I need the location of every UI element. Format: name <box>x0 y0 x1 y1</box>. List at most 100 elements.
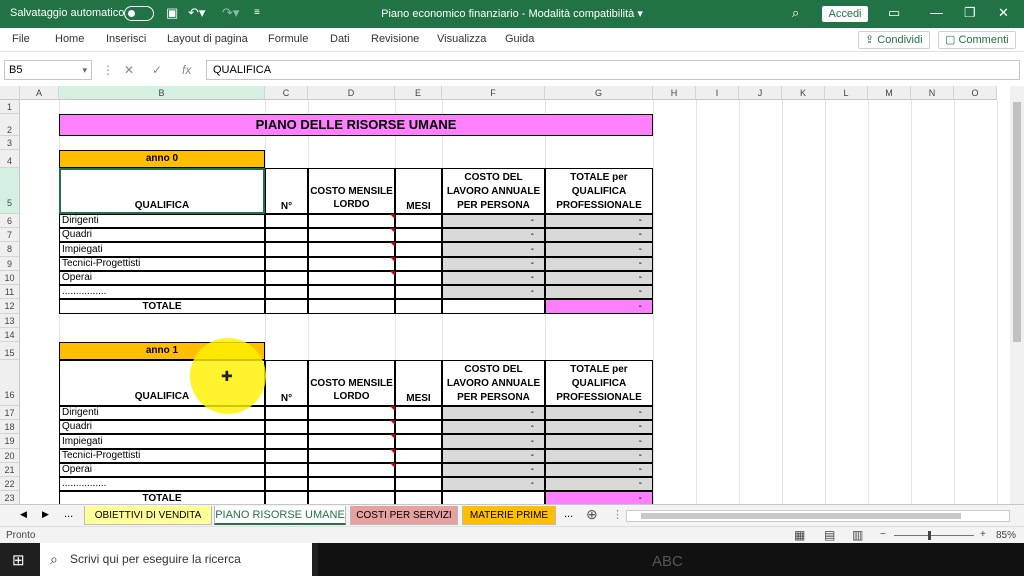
row-header[interactable]: 8 <box>0 242 20 257</box>
annual-cost-cell[interactable]: - <box>442 449 545 463</box>
total-cell[interactable]: - <box>545 420 653 434</box>
input-cell[interactable] <box>265 214 308 228</box>
zoom-slider[interactable] <box>894 531 974 540</box>
input-cell[interactable] <box>395 491 442 504</box>
normal-view-icon[interactable]: ▦ <box>794 528 805 542</box>
page-layout-icon[interactable]: ▤ <box>824 528 835 542</box>
tabs-more-left[interactable]: ... <box>64 508 73 520</box>
role-cell[interactable]: Dirigenti <box>59 214 265 228</box>
col-header-a[interactable]: A <box>20 86 59 100</box>
row-header[interactable]: 7 <box>0 228 20 242</box>
sheet-title[interactable]: PIANO DELLE RISORSE UMANE <box>59 114 653 136</box>
input-cell[interactable] <box>395 434 442 449</box>
row-header[interactable]: 22 <box>0 477 20 491</box>
input-cell[interactable] <box>308 491 395 504</box>
menu-revisione[interactable]: Revisione <box>371 33 419 45</box>
insert-function-icon[interactable]: fx <box>182 63 191 77</box>
role-cell[interactable]: Tecnici-Progettisti <box>59 257 265 271</box>
total-cell[interactable]: - <box>545 406 653 420</box>
tab-materie-prime[interactable]: MATERIE PRIME <box>462 506 556 525</box>
input-cell[interactable] <box>265 463 308 477</box>
row-header[interactable]: 6 <box>0 214 20 228</box>
input-cell[interactable] <box>308 214 395 228</box>
input-cell[interactable] <box>395 257 442 271</box>
input-cell[interactable] <box>308 228 395 242</box>
role-cell[interactable]: Tecnici-Progettisti <box>59 449 265 463</box>
input-cell[interactable] <box>265 228 308 242</box>
zoom-slider-thumb[interactable] <box>928 531 931 540</box>
input-cell[interactable] <box>265 449 308 463</box>
input-cell[interactable] <box>442 299 545 314</box>
input-cell[interactable] <box>308 285 395 299</box>
annual-cost-cell[interactable]: - <box>442 271 545 285</box>
menu-file[interactable]: File <box>12 33 30 45</box>
header-costo-annuale[interactable]: COSTO DEL LAVORO ANNUALE PER PERSONA <box>442 168 545 214</box>
role-cell[interactable]: Operai <box>59 271 265 285</box>
row-header[interactable]: 14 <box>0 328 20 342</box>
role-cell[interactable]: Impiegati <box>59 242 265 257</box>
input-cell[interactable] <box>395 228 442 242</box>
total-cell[interactable]: - <box>545 449 653 463</box>
row-header[interactable]: 2 <box>0 114 20 136</box>
totale-label[interactable]: TOTALE <box>59 299 265 314</box>
col-header-m[interactable]: M <box>868 86 911 100</box>
role-cell[interactable]: ................ <box>59 285 265 299</box>
col-header-g[interactable]: G <box>545 86 653 100</box>
tab-prev-icon[interactable]: ◀ <box>20 509 27 520</box>
input-cell[interactable] <box>265 477 308 491</box>
annual-cost-cell[interactable]: - <box>442 242 545 257</box>
annual-cost-cell[interactable]: - <box>442 406 545 420</box>
input-cell[interactable] <box>308 271 395 285</box>
input-cell[interactable] <box>265 420 308 434</box>
input-cell[interactable] <box>395 477 442 491</box>
input-cell[interactable] <box>265 257 308 271</box>
header-totale-qualifica[interactable]: TOTALE per QUALIFICA PROFESSIONALE <box>545 168 653 214</box>
grand-total-cell[interactable]: - <box>545 491 653 504</box>
role-cell[interactable]: Quadri <box>59 228 265 242</box>
input-cell[interactable] <box>395 271 442 285</box>
row-header[interactable]: 10 <box>0 271 20 285</box>
totale-label[interactable]: TOTALE <box>59 491 265 504</box>
menu-dati[interactable]: Dati <box>330 33 350 45</box>
total-cell[interactable]: - <box>545 242 653 257</box>
add-sheet-icon[interactable]: ⊕ <box>586 506 598 523</box>
tab-piano-risorse-umane[interactable]: PIANO RISORSE UMANE <box>214 506 346 525</box>
total-cell[interactable]: - <box>545 228 653 242</box>
row-header[interactable]: 18 <box>0 420 20 434</box>
input-cell[interactable] <box>265 491 308 504</box>
windows-start-icon[interactable]: ⊞ <box>12 551 25 569</box>
col-header-i[interactable]: I <box>696 86 739 100</box>
input-cell[interactable] <box>308 299 395 314</box>
select-all-corner[interactable] <box>0 86 20 100</box>
col-header-k[interactable]: K <box>782 86 825 100</box>
col-header-h[interactable]: H <box>653 86 696 100</box>
zoom-out-icon[interactable]: − <box>880 529 886 540</box>
input-cell[interactable] <box>265 242 308 257</box>
col-header-l[interactable]: L <box>825 86 868 100</box>
input-cell[interactable] <box>395 214 442 228</box>
input-cell[interactable] <box>308 420 395 434</box>
menu-formule[interactable]: Formule <box>268 33 308 45</box>
comments-button[interactable]: ▢ Commenti <box>938 31 1016 49</box>
menu-home[interactable]: Home <box>55 33 84 45</box>
header-qualifica[interactable]: QUALIFICA <box>59 168 265 214</box>
close-icon[interactable]: ✕ <box>998 5 1009 21</box>
input-cell[interactable] <box>265 285 308 299</box>
input-cell[interactable] <box>308 463 395 477</box>
formula-input[interactable]: QUALIFICA <box>206 60 1020 80</box>
row-header[interactable]: 3 <box>0 136 20 150</box>
col-header-f[interactable]: F <box>442 86 545 100</box>
row-header[interactable]: 23 <box>0 491 20 504</box>
annual-cost-cell[interactable]: - <box>442 434 545 449</box>
input-cell[interactable] <box>308 449 395 463</box>
tab-split-icon[interactable]: ⋮ <box>612 508 623 521</box>
col-header-o[interactable]: O <box>954 86 997 100</box>
tab-next-icon[interactable]: ▶ <box>42 509 49 520</box>
menu-visualizza[interactable]: Visualizza <box>437 33 486 45</box>
col-header-c[interactable]: C <box>265 86 308 100</box>
zoom-in-icon[interactable]: + <box>980 529 986 540</box>
annual-cost-cell[interactable]: - <box>442 214 545 228</box>
input-cell[interactable] <box>395 420 442 434</box>
worksheet-grid[interactable]: A B C D E F G H I J K L M N O 1 2 3 4 5 … <box>0 86 1010 504</box>
role-cell[interactable]: Impiegati <box>59 434 265 449</box>
